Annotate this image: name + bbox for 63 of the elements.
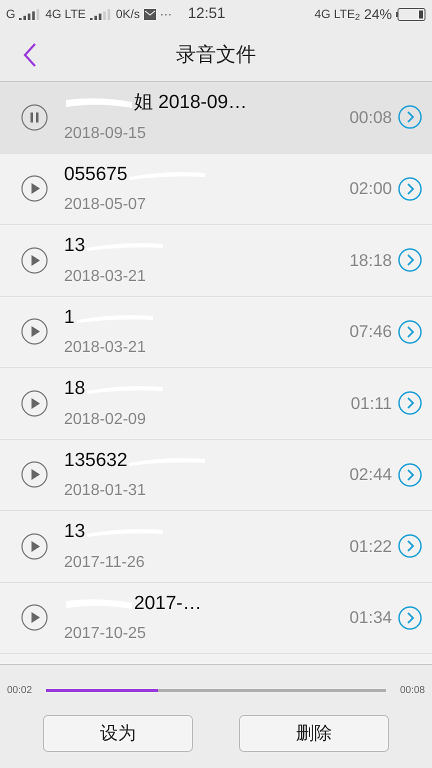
recording-date: 2018-03-21 — [64, 338, 147, 358]
chevron-right-icon[interactable] — [398, 462, 422, 487]
total-time: 00:08 — [400, 684, 425, 698]
recording-date: 2018-01-31 — [64, 481, 147, 501]
recording-duration: 01:22 — [349, 536, 392, 558]
carrier-label: G — [6, 6, 16, 23]
play-icon[interactable] — [21, 175, 48, 202]
recording-duration: 01:34 — [349, 607, 392, 629]
recording-title: 18 — [64, 377, 86, 401]
recording-title: 135632 — [64, 448, 128, 472]
elapsed-time: 00:02 — [7, 684, 32, 698]
chevron-right-icon[interactable] — [398, 534, 422, 558]
battery-icon — [396, 8, 426, 20]
clock: 12:51 — [188, 4, 226, 24]
recording-duration: 02:00 — [349, 178, 392, 200]
chevron-right-icon[interactable] — [398, 176, 422, 201]
signal-icon — [90, 8, 112, 20]
recording-duration: 01:11 — [350, 392, 392, 414]
signal-icon — [19, 8, 42, 20]
recording-duration: 18:18 — [349, 250, 392, 272]
recording-duration: 07:46 — [349, 321, 392, 343]
recording-duration: 00:08 — [349, 106, 392, 128]
recording-title: 055675 — [64, 162, 128, 186]
recording-duration: 02:44 — [349, 464, 392, 486]
recording-row[interactable]: 135632 2018-01-31 02:44 — [0, 440, 432, 511]
battery-label: 24% — [364, 4, 392, 24]
recording-row[interactable]: 055675 2018-05-07 02:00 — [0, 154, 432, 225]
recording-row[interactable]: 2017-… 2017-10-25 01:34 — [0, 582, 432, 654]
recording-date: 2018-02-09 — [64, 410, 147, 430]
chevron-right-icon[interactable] — [398, 391, 422, 416]
recording-title: 13 — [64, 520, 86, 544]
play-icon[interactable] — [21, 390, 48, 417]
network-label: 4G LTE — [45, 6, 86, 23]
more-label: ··· — [160, 6, 172, 23]
play-icon[interactable] — [21, 461, 48, 488]
page-title: 录音文件 — [176, 42, 256, 68]
chevron-right-icon[interactable] — [398, 248, 422, 272]
recording-title: 13 — [64, 234, 86, 258]
recording-title: 2017-… — [134, 592, 202, 616]
recording-date: 2018-09-15 — [64, 124, 147, 144]
recording-row[interactable]: 1 2018-03-21 07:46 — [0, 296, 432, 368]
back-icon — [23, 42, 37, 68]
recording-date: 2018-03-21 — [64, 266, 147, 286]
play-icon[interactable] — [21, 532, 48, 560]
recording-date: 2018-05-07 — [64, 195, 147, 215]
play-icon[interactable] — [21, 246, 48, 274]
progress-track[interactable] — [46, 688, 386, 692]
mail-icon — [144, 8, 156, 20]
chevron-right-icon[interactable] — [398, 320, 422, 344]
play-icon[interactable] — [21, 318, 48, 346]
speed-label: 0K/s — [116, 6, 140, 23]
chevron-right-icon[interactable] — [398, 105, 422, 130]
chevron-right-icon[interactable] — [398, 606, 422, 630]
action-button[interactable]: 设为 — [43, 715, 193, 752]
play-icon[interactable] — [21, 604, 48, 632]
pause-icon[interactable] — [21, 104, 48, 131]
recording-title: 1 — [64, 306, 75, 330]
action-button[interactable]: 删除 — [239, 715, 389, 752]
recording-date: 2017-10-25 — [64, 624, 147, 644]
network-label: 4G LTE$_{2}$ — [314, 6, 360, 23]
recording-title: 姐 2018-09… — [134, 91, 248, 115]
recording-date: 2017-11-26 — [64, 552, 146, 572]
recording-row[interactable]: 姐 2018-09… 2018-09-15 00:08 — [0, 82, 432, 154]
